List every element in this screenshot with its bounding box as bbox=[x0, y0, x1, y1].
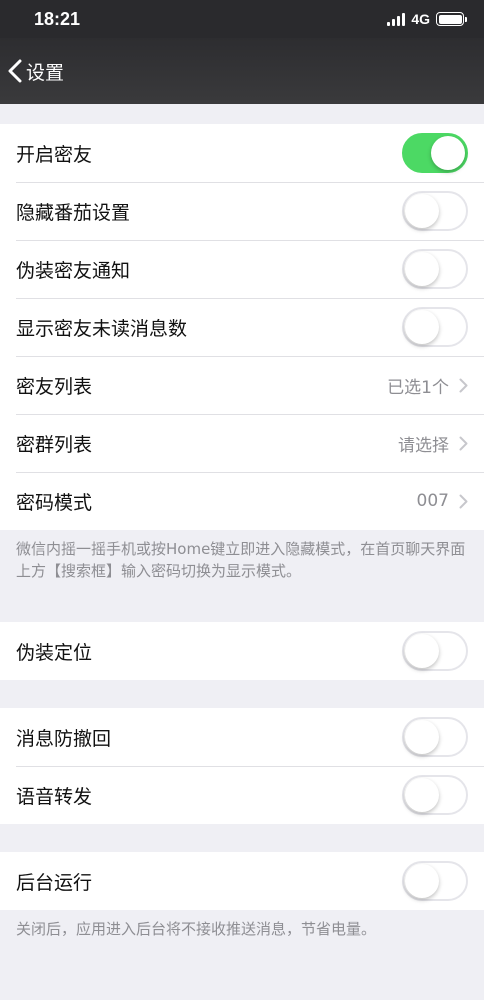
row-label: 消息防撤回 bbox=[16, 727, 112, 750]
row-label: 伪装定位 bbox=[16, 641, 93, 664]
battery-icon bbox=[436, 12, 467, 26]
row-label: 显示密友未读消息数 bbox=[16, 317, 188, 340]
nav-bar: 设置 bbox=[0, 38, 484, 104]
row-value: 007 bbox=[416, 491, 449, 511]
toggle-knob bbox=[405, 634, 439, 668]
row-label: 开启密友 bbox=[16, 143, 93, 166]
row-label: 密码模式 bbox=[16, 491, 93, 514]
toggle-knob bbox=[405, 864, 439, 898]
toggle-knob bbox=[405, 778, 439, 812]
row-label: 密群列表 bbox=[16, 433, 93, 456]
main-group-footnote: 微信内摇一摇手机或按Home键立即进入隐藏模式，在首页聊天界面上方【搜索框】输入… bbox=[16, 540, 466, 580]
row-label: 后台运行 bbox=[16, 871, 93, 894]
row-label: 隐藏番茄设置 bbox=[16, 201, 131, 224]
back-label: 设置 bbox=[26, 61, 65, 84]
row-background-run: 后台运行 bbox=[0, 852, 484, 910]
row-show-unread-count: 显示密友未读消息数 bbox=[0, 298, 484, 356]
enable-close-friends-toggle[interactable] bbox=[402, 133, 468, 173]
status-time: 18:21 bbox=[34, 8, 81, 29]
chevron-right-icon bbox=[459, 378, 468, 392]
row-label: 语音转发 bbox=[16, 785, 93, 808]
background-group-footnote: 关闭后，应用进入后台将不接收推送消息，节省电量。 bbox=[16, 920, 377, 938]
row-password-mode[interactable]: 密码模式 007 bbox=[0, 472, 484, 530]
network-type: 4G bbox=[411, 11, 430, 27]
settings-group-background: 后台运行 bbox=[0, 852, 484, 910]
show-unread-count-toggle[interactable] bbox=[402, 307, 468, 347]
status-indicators: 4G bbox=[387, 11, 467, 27]
row-label: 伪装密友通知 bbox=[16, 259, 131, 282]
row-anti-recall: 消息防撤回 bbox=[0, 708, 484, 766]
anti-recall-toggle[interactable] bbox=[402, 717, 468, 757]
toggle-knob bbox=[405, 720, 439, 754]
back-button[interactable]: 设置 bbox=[8, 58, 64, 85]
toggle-knob bbox=[431, 136, 465, 170]
disguise-notification-toggle[interactable] bbox=[402, 249, 468, 289]
hide-settings-toggle[interactable] bbox=[402, 191, 468, 231]
background-run-toggle[interactable] bbox=[402, 861, 468, 901]
row-fake-location: 伪装定位 bbox=[0, 622, 484, 680]
settings-group-messages: 消息防撤回 语音转发 bbox=[0, 708, 484, 824]
row-hide-settings: 隐藏番茄设置 bbox=[0, 182, 484, 240]
chevron-left-icon bbox=[8, 59, 22, 83]
row-label: 密友列表 bbox=[16, 375, 93, 398]
chevron-right-icon bbox=[459, 436, 468, 450]
row-voice-forward: 语音转发 bbox=[0, 766, 484, 824]
row-value: 已选1个 bbox=[387, 377, 449, 398]
settings-group-main: 开启密友 隐藏番茄设置 伪装密友通知 显示密友未读消息数 密友列表 已选1个 密… bbox=[0, 124, 484, 530]
row-enable-close-friends: 开启密友 bbox=[0, 124, 484, 182]
status-bar: 18:21 4G bbox=[0, 0, 484, 38]
row-secret-group-list[interactable]: 密群列表 请选择 bbox=[0, 414, 484, 472]
row-disguise-notification: 伪装密友通知 bbox=[0, 240, 484, 298]
signal-icon bbox=[387, 12, 406, 26]
toggle-knob bbox=[405, 252, 439, 286]
chevron-right-icon bbox=[459, 494, 468, 508]
settings-group-location: 伪装定位 bbox=[0, 622, 484, 680]
toggle-knob bbox=[405, 194, 439, 228]
voice-forward-toggle[interactable] bbox=[402, 775, 468, 815]
fake-location-toggle[interactable] bbox=[402, 631, 468, 671]
toggle-knob bbox=[405, 310, 439, 344]
row-close-friends-list[interactable]: 密友列表 已选1个 bbox=[0, 356, 484, 414]
row-value: 请选择 bbox=[398, 435, 449, 456]
